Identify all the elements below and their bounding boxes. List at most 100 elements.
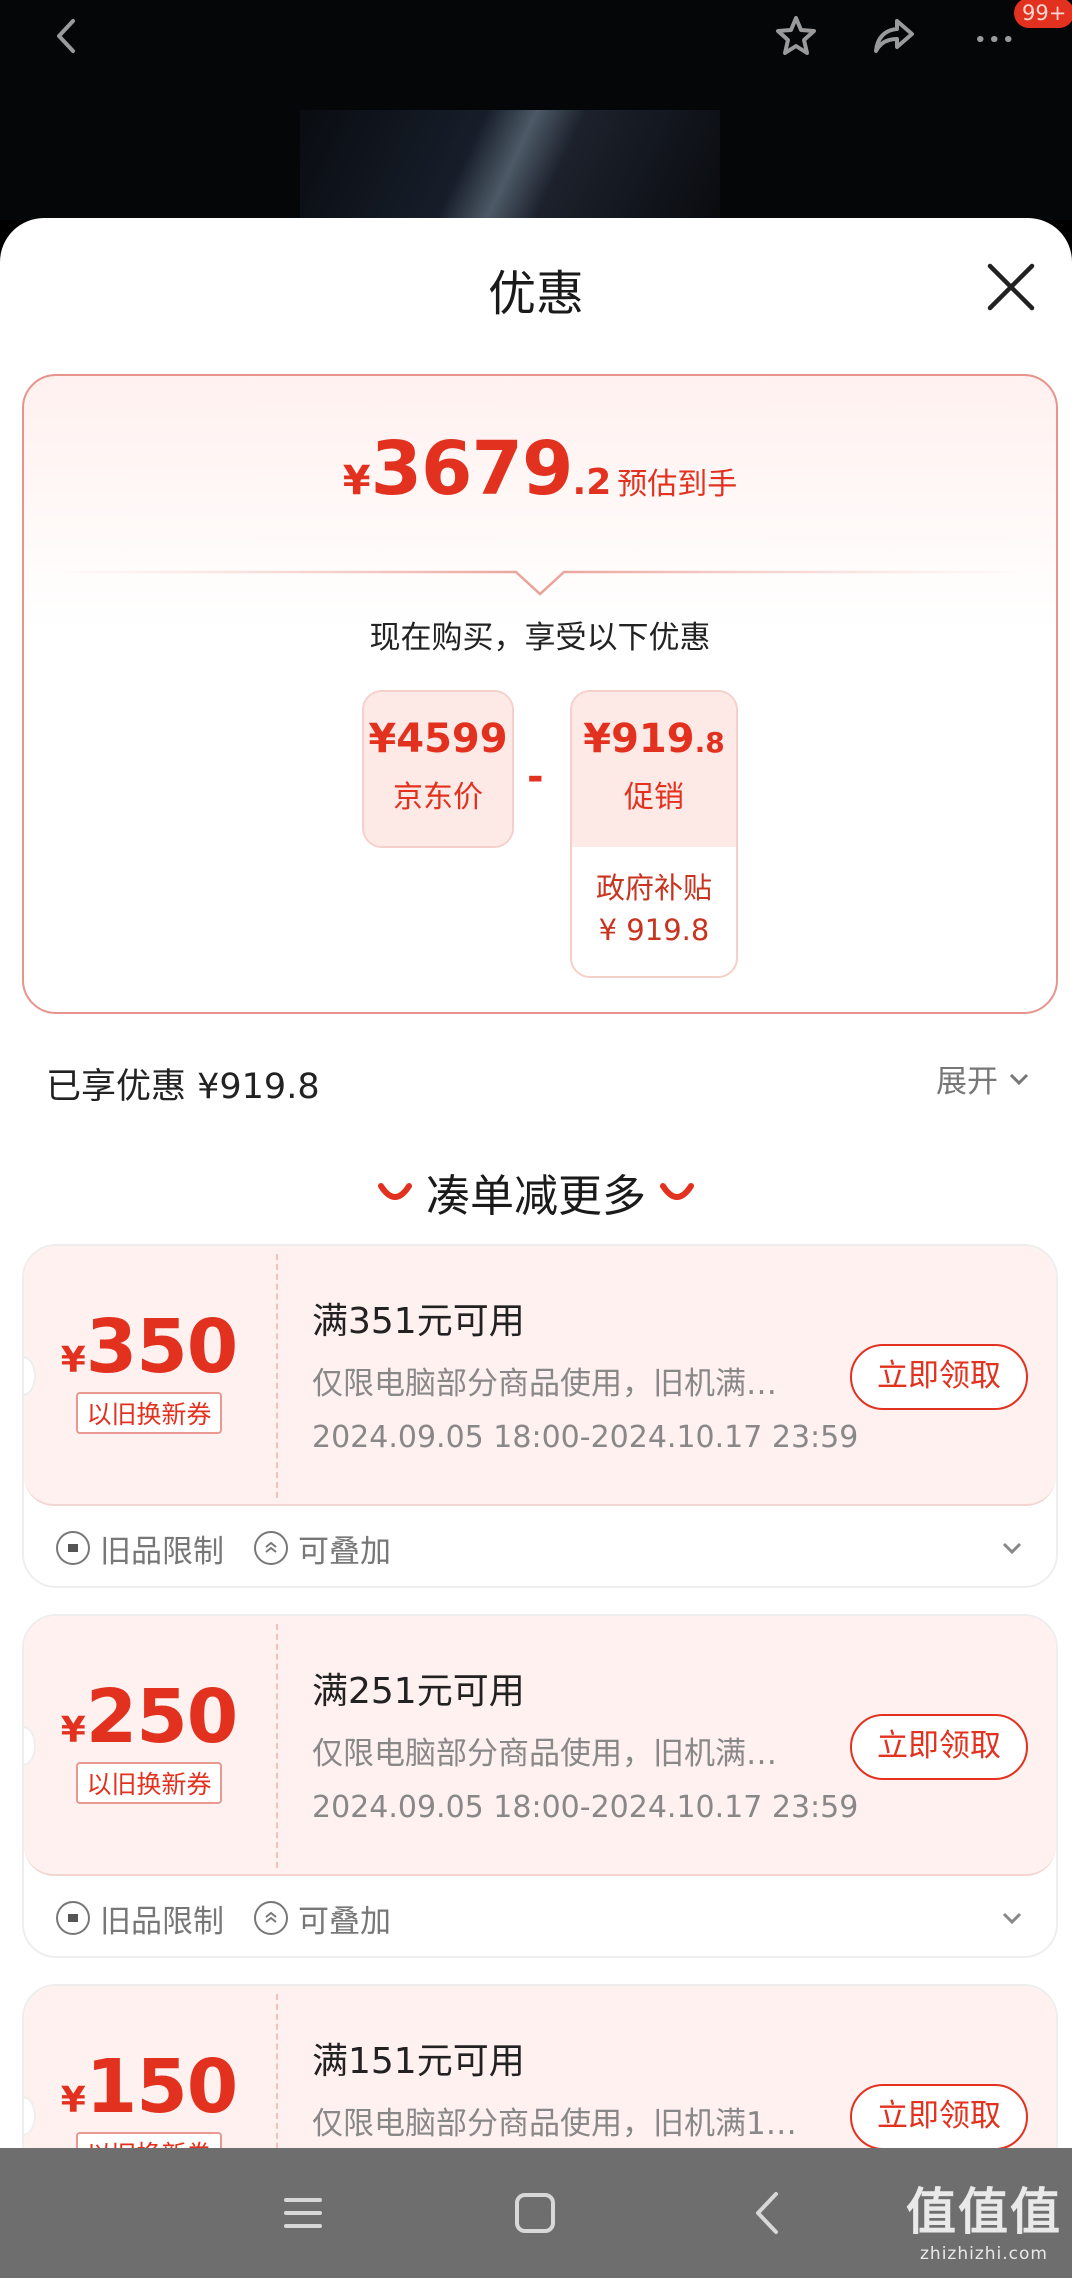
coupon-validity: 2024.09.05 18:00-2024.10.17 23:59 [312,1420,859,1455]
coupon-amount: 250 [85,1674,238,1760]
expand-button[interactable]: 展开 [936,1056,1032,1101]
coupon-footer[interactable]: 旧品限制 可叠加 [24,1508,1056,1586]
coupon-value: ¥350 以旧换新券 [24,1246,274,1506]
watermark-text: 值值值 [906,2183,1062,2241]
tag2-label: 可叠加 [298,1533,391,1570]
coupon-description: 仅限电脑部分商品使用，旧机满1… [312,2106,797,2142]
restriction-icon [56,1901,90,1935]
price-summary-card: ¥3679.2 预估到手 现在购买，享受以下优惠 ¥4599 京东价 - ¥919… [22,374,1058,1014]
tag2-label: 可叠加 [298,1903,391,1940]
close-icon [987,263,1035,311]
share-button[interactable] [864,6,924,66]
back-icon [756,2192,778,2234]
system-nav-bar: 值值值 zhizhizhi.com [0,2148,1072,2278]
coupon-card: ¥150 以旧换新券 满151元可用 仅限电脑部分商品使用，旧机满1… 立即领取 [22,1984,1058,2148]
nav-back-button[interactable] [734,2178,804,2248]
notification-badge: 99+ [1014,0,1072,28]
chevron-down-icon [1009,1073,1029,1085]
estimated-integer: 3679 [370,426,574,512]
coupon-currency: ¥ [60,2080,86,2121]
claim-button[interactable]: 立即领取 [850,2084,1028,2148]
coupon-footer[interactable]: 旧品限制 可叠加 [24,1878,1056,1956]
subsidy-amount: ¥ 919.8 [598,913,710,947]
expand-label: 展开 [936,1064,998,1100]
coupon-amount: 150 [85,2044,238,2130]
promotion-amount: ¥919.8 [572,692,736,762]
subsidy-label: 政府补贴 [595,871,712,905]
restriction-icon [56,1531,90,1565]
coupon-condition: 满351元可用 [312,1301,525,1342]
sheet-title: 优惠 [487,266,584,322]
coupon-type-tag: 以旧换新券 [76,2132,222,2148]
tag1-label: 旧品限制 [100,1533,224,1570]
promotion-amount-int: ¥919 [583,716,695,762]
estimated-currency: ¥ [342,458,371,504]
estimated-label: 预估到手 [617,467,738,502]
coupon-condition: 满151元可用 [312,2041,525,2082]
coupon-currency: ¥ [60,1340,86,1381]
product-image [300,110,720,220]
menu-icon [284,2198,322,2228]
stack-icon [254,1901,288,1935]
coupon-description: 仅限电脑部分商品使用，旧机满… [312,1736,777,1772]
favorite-button[interactable] [766,6,826,66]
coupon-type-tag: 以旧换新券 [76,1392,222,1434]
coupon-expand-button[interactable] [998,1534,1026,1562]
tag-old-item-limit: 旧品限制 [56,1526,224,1571]
coupon-card: ¥250 以旧换新券 满251元可用 仅限电脑部分商品使用，旧机满… 2024.… [22,1614,1058,1958]
claim-button[interactable]: 立即领取 [850,1344,1028,1410]
enjoyed-discount-text: 已享优惠 ¥919.8 [46,1067,320,1107]
breakdown-caption: 现在购买，享受以下优惠 [369,620,711,656]
tag1-label: 旧品限制 [100,1903,224,1940]
smile-icon [660,1183,694,1200]
coupon-separator [276,1624,278,1868]
tag-stackable: 可叠加 [254,1526,391,1571]
home-square-icon [515,2193,555,2233]
tag-old-item-limit: 旧品限制 [56,1896,224,1941]
coupon-currency: ¥ [60,1710,86,1751]
chevron-down-icon [1002,1542,1022,1555]
coupon-type-tag: 以旧换新券 [76,1762,222,1804]
watermark-logo: 值值值 zhizhizhi.com [906,2172,1062,2264]
discount-sheet: 优惠 ¥3679.2预估到手 现在购买，享受以下优惠 ¥4599 京东价 - [0,218,1072,2148]
base-price-label: 京东价 [393,780,483,815]
more-deals-header: 凑单减更多 [0,1160,1072,1224]
tag-stackable: 可叠加 [254,1896,391,1941]
recent-apps-button[interactable] [268,2178,338,2248]
coupon-expand-button[interactable] [998,1904,1026,1932]
base-price-chip: ¥4599 京东价 [362,690,514,848]
coupon-validity: 2024.09.05 18:00-2024.10.17 23:59 [312,1790,859,1825]
coupon-amount: 350 [85,1304,238,1390]
coupon-body: ¥350 以旧换新券 满351元可用 仅限电脑部分商品使用，旧机满… 2024.… [24,1246,1056,1506]
promotion-label: 促销 [624,780,684,815]
coupon-condition: 满251元可用 [312,1671,525,1712]
stack-icon [254,1531,288,1565]
watermark-subtext: zhizhizhi.com [920,2244,1048,2264]
claim-button[interactable]: 立即领取 [850,1714,1028,1780]
promotion-amount-dec: .8 [694,726,725,759]
more-icon [977,36,1012,42]
chevron-down-icon [1002,1912,1022,1925]
star-icon [776,16,816,55]
estimated-decimal: .2 [572,462,612,503]
promotion-chip: ¥919.8 促销 政府补贴 ¥ 919.8 [570,690,738,978]
back-button[interactable] [36,6,96,66]
coupon-value: ¥250 以旧换新券 [24,1616,274,1876]
coupon-body: ¥150 以旧换新券 满151元可用 仅限电脑部分商品使用，旧机满1… 立即领取 [24,1986,1056,2148]
minus-operator: - [527,754,544,800]
more-deals-title: 凑单减更多 [426,1171,646,1222]
close-button[interactable] [980,256,1042,318]
coupon-separator [276,1994,278,2148]
smile-icon [378,1183,412,1200]
coupon-description: 仅限电脑部分商品使用，旧机满… [312,1366,777,1402]
coupon-card: ¥350 以旧换新券 满351元可用 仅限电脑部分商品使用，旧机满… 2024.… [22,1244,1058,1588]
subsidy-info: 政府补贴 ¥ 919.8 [572,847,736,951]
back-icon [57,19,75,53]
base-price-amount: ¥4599 [368,716,508,762]
top-app-bar: 99+ [0,0,1072,220]
home-button[interactable] [500,2178,570,2248]
share-icon [874,19,914,53]
coupon-body: ¥250 以旧换新券 满251元可用 仅限电脑部分商品使用，旧机满… 2024.… [24,1616,1056,1876]
coupon-separator [276,1254,278,1498]
estimated-price: ¥3679.2 预估到手 [24,426,1056,512]
